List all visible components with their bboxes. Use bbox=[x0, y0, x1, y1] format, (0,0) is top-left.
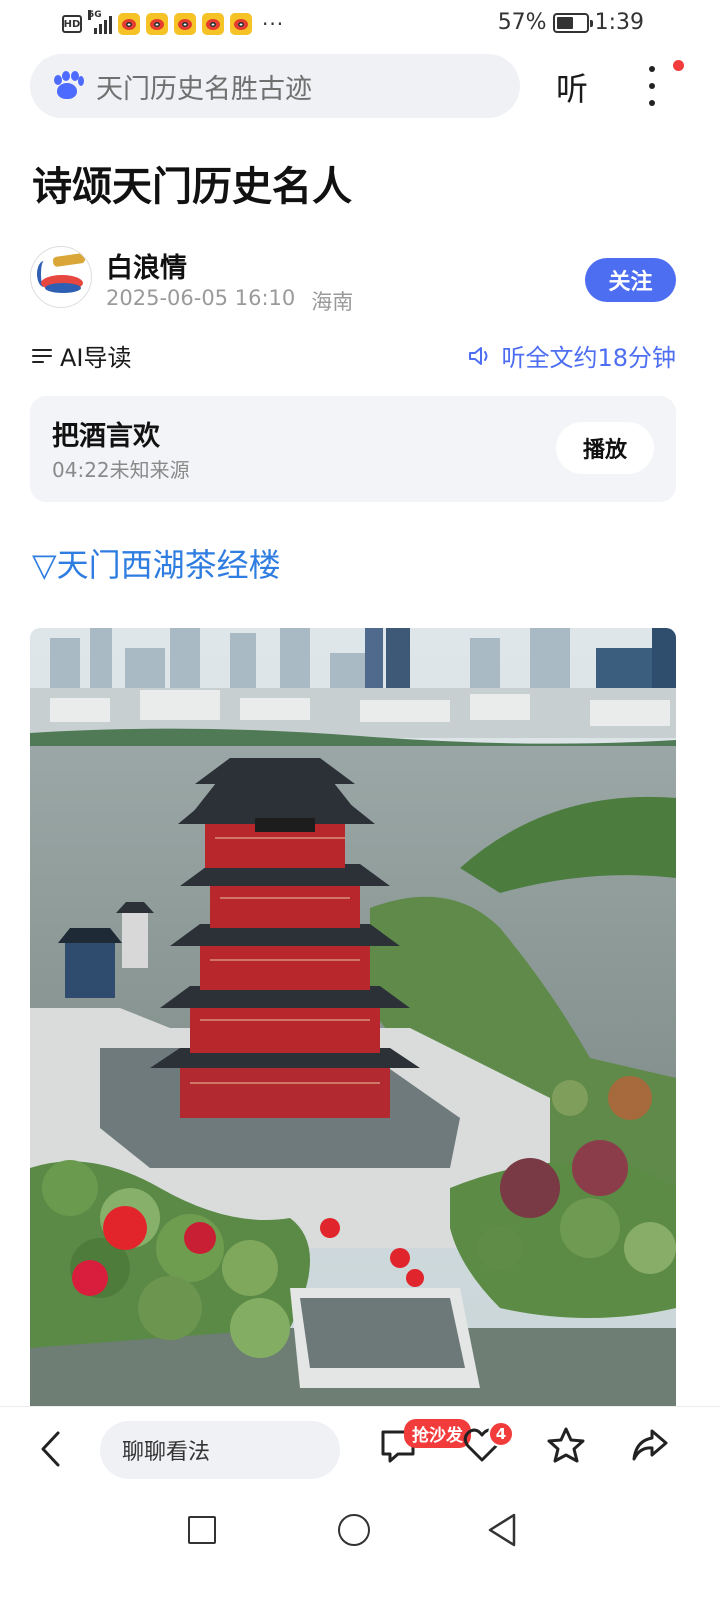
article-meta: 2025-06-05 16:10 海南 bbox=[106, 286, 353, 316]
weibo-notification-icon bbox=[174, 13, 196, 35]
back-arrow-icon[interactable] bbox=[38, 1429, 62, 1469]
follow-button[interactable]: 关注 bbox=[585, 258, 676, 302]
weibo-notification-icon bbox=[146, 13, 168, 35]
section-heading: ▽天门西湖茶经楼 bbox=[32, 546, 281, 584]
nav-back-icon[interactable] bbox=[486, 1512, 518, 1548]
weibo-notification-icon bbox=[202, 13, 224, 35]
author-name[interactable]: 白浪情 bbox=[106, 246, 187, 285]
pagoda-lake-image bbox=[30, 628, 676, 1408]
publish-datetime: 2025-06-05 16:10 bbox=[106, 286, 296, 310]
status-bar: HD 5G ··· 57% 1:39 bbox=[0, 0, 720, 48]
article-title: 诗颂天门历史名人 bbox=[32, 164, 352, 210]
hd-icon: HD bbox=[62, 15, 82, 33]
system-nav-bar bbox=[0, 1496, 720, 1600]
article-photo[interactable] bbox=[30, 628, 676, 1408]
notification-dot bbox=[673, 60, 684, 71]
favorite-star-icon[interactable] bbox=[546, 1425, 586, 1465]
baidu-paw-icon bbox=[52, 71, 84, 101]
status-right: 57% 1:39 bbox=[498, 10, 644, 35]
listen-button[interactable]: 听 bbox=[556, 64, 588, 110]
clock: 1:39 bbox=[594, 10, 644, 35]
search-bar[interactable]: 天门历史名胜古迹 bbox=[30, 54, 520, 118]
author-avatar[interactable] bbox=[30, 246, 92, 308]
more-notifications-icon: ··· bbox=[262, 12, 285, 36]
like-count-badge: 4 bbox=[488, 1421, 514, 1447]
more-menu-icon[interactable] bbox=[640, 66, 664, 106]
weibo-notification-icon bbox=[118, 13, 140, 35]
share-icon[interactable] bbox=[630, 1425, 670, 1465]
speaker-icon bbox=[469, 346, 488, 365]
sofa-badge: 抢沙发 bbox=[404, 1419, 471, 1448]
battery-percent: 57% bbox=[497, 10, 547, 35]
weibo-notification-icon bbox=[230, 13, 252, 35]
comment-input[interactable]: 聊聊看法 bbox=[100, 1421, 340, 1479]
status-left: HD 5G ··· bbox=[62, 10, 285, 36]
network-label: 5G bbox=[88, 10, 102, 20]
signal-icon: 5G bbox=[88, 10, 112, 34]
recent-apps-icon[interactable] bbox=[188, 1516, 216, 1544]
audio-title: 把酒言欢 bbox=[52, 421, 160, 452]
listen-full-text-button[interactable]: 听全文约18分钟 bbox=[467, 338, 676, 373]
audio-subtitle: 04:22未知来源 bbox=[52, 458, 190, 482]
play-button[interactable]: 播放 bbox=[556, 422, 654, 474]
search-query: 天门历史名胜古迹 bbox=[96, 73, 312, 105]
bottom-action-bar: 聊聊看法 抢沙发 4 bbox=[0, 1406, 720, 1496]
ai-list-icon bbox=[32, 347, 54, 365]
listen-full-text-label: 听全文约18分钟 bbox=[501, 344, 676, 372]
home-icon[interactable] bbox=[338, 1514, 370, 1546]
battery-icon bbox=[552, 12, 593, 33]
ai-guide-button[interactable]: AI导读 bbox=[32, 338, 132, 373]
audio-card: 把酒言欢 04:22未知来源 播放 bbox=[30, 396, 676, 502]
ai-guide-label: AI导读 bbox=[60, 344, 132, 372]
publish-location: 海南 bbox=[311, 290, 354, 314]
